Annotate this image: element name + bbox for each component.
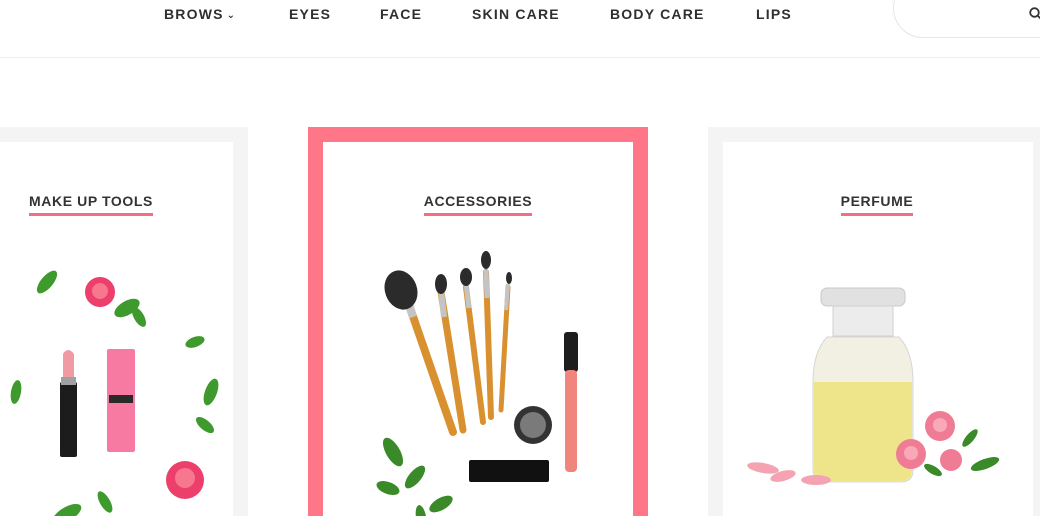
nav-item-label: EYES	[289, 6, 332, 22]
card-title[interactable]: ACCESSORIES	[323, 193, 633, 216]
nav-item-label: FACE	[380, 6, 423, 22]
search-input[interactable]	[912, 9, 1022, 24]
makeup-brushes-image	[376, 251, 578, 516]
card-title-label: ACCESSORIES	[423, 193, 533, 216]
card-title[interactable]: MAKE UP TOOLS	[1, 193, 181, 216]
search-icon[interactable]	[1029, 7, 1040, 20]
nav-item-label: LIPS	[756, 6, 792, 22]
category-card-makeup-tools[interactable]: MAKE UP TOOLS	[0, 127, 248, 516]
nav-item-face[interactable]: FACE	[380, 6, 422, 22]
card-title[interactable]: PERFUME	[723, 193, 1032, 216]
lipstick-and-roses-image	[10, 270, 219, 516]
chevron-down-icon: ⌄	[226, 10, 237, 21]
card-content: ACCESSORIES	[323, 142, 633, 516]
search-box[interactable]	[893, 0, 1040, 38]
main-navigation: BROWS ⌄ EYES FACE SKIN CARE BODY CARE LIP…	[0, 0, 1040, 58]
nav-item-brows[interactable]: BROWS ⌄	[164, 6, 236, 22]
perfume-bottle-image	[747, 287, 1000, 485]
card-content: MAKE UP TOOLS	[0, 142, 233, 516]
nav-item-label: BROWS	[164, 6, 224, 22]
category-card-accessories[interactable]: ACCESSORIES	[308, 127, 648, 516]
card-content: PERFUME	[723, 142, 1033, 516]
nav-item-eyes[interactable]: EYES	[289, 6, 331, 22]
nav-item-body-care[interactable]: BODY CARE	[610, 6, 705, 22]
nav-item-lips[interactable]: LIPS	[756, 6, 792, 22]
category-card-perfume[interactable]: PERFUME	[708, 127, 1040, 516]
card-title-label: MAKE UP TOOLS	[29, 193, 153, 216]
nav-item-skin-care[interactable]: SKIN CARE	[472, 6, 560, 22]
card-title-label: PERFUME	[840, 193, 914, 216]
nav-item-label: BODY CARE	[610, 6, 705, 22]
nav-item-label: SKIN CARE	[472, 6, 560, 22]
